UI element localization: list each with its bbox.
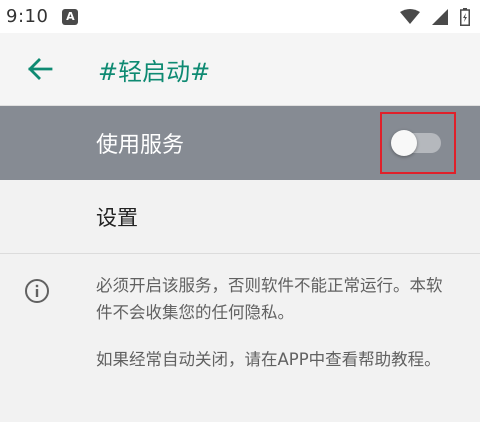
battery-icon xyxy=(460,7,470,26)
info-text-help: 如果经常自动关闭，请在APP中查看帮助教程。 xyxy=(96,350,441,369)
cellular-signal-icon xyxy=(432,8,448,25)
arrow-left-icon xyxy=(28,58,53,80)
back-button[interactable] xyxy=(16,45,64,93)
page-title: #轻启动# xyxy=(98,57,211,86)
info-icon xyxy=(25,279,49,303)
settings-row[interactable]: 设置 xyxy=(0,180,480,254)
settings-label: 设置 xyxy=(96,205,138,230)
status-bar: 9:10 A xyxy=(0,0,480,33)
use-service-label: 使用服务 xyxy=(96,133,185,158)
info-text-required: 必须开启该服务，否则软件不能正常运行。本软件不会收集您的任何隐私。 xyxy=(96,276,443,322)
use-service-row[interactable]: 使用服务 xyxy=(0,106,480,180)
switch-thumb xyxy=(391,130,417,156)
service-toggle-switch[interactable] xyxy=(391,130,441,156)
service-switch-highlight[interactable] xyxy=(380,112,456,174)
wifi-icon xyxy=(400,8,420,24)
notification-badge: A xyxy=(62,8,79,25)
app-bar: #轻启动# xyxy=(0,33,480,106)
status-time: 9:10 xyxy=(6,6,49,27)
status-icons xyxy=(400,7,470,26)
